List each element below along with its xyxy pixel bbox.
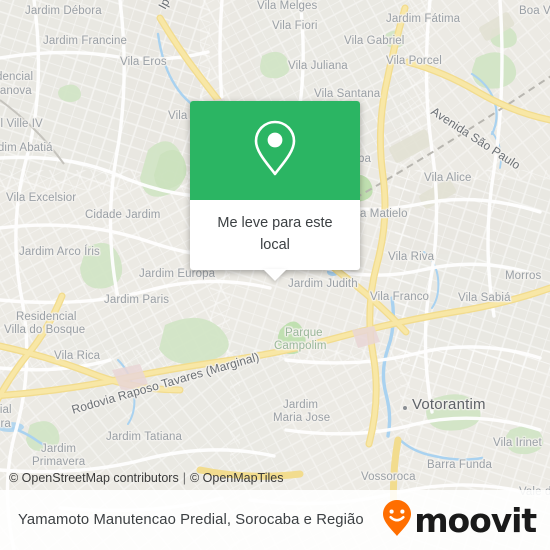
location-title: Yamamoto Manutencao Predial, Sorocaba e … (18, 512, 364, 528)
moovit-logo[interactable]: moovit (382, 499, 537, 542)
popup-message: Me leve para este local (217, 215, 333, 253)
attribution-osm[interactable]: © OpenStreetMap contributors (9, 471, 179, 485)
destination-popup[interactable]: Me leve para este local (190, 101, 360, 281)
moovit-wordmark: moovit (414, 500, 537, 540)
footer-bar: Yamamoto Manutencao Predial, Sorocaba e … (0, 490, 550, 550)
map-pin-icon (252, 119, 298, 182)
attribution-openmaptiles[interactable]: © OpenMapTiles (190, 471, 284, 485)
map-attribution: © OpenStreetMap contributors | © OpenMap… (0, 466, 283, 490)
popup-tail (263, 269, 287, 281)
popup-header (190, 101, 360, 200)
moovit-pin-icon (382, 499, 412, 542)
map-screen: Jardim Débora Vila Melges Jardim Fátima Boa… (0, 0, 550, 550)
attribution-separator: | (182, 471, 186, 485)
